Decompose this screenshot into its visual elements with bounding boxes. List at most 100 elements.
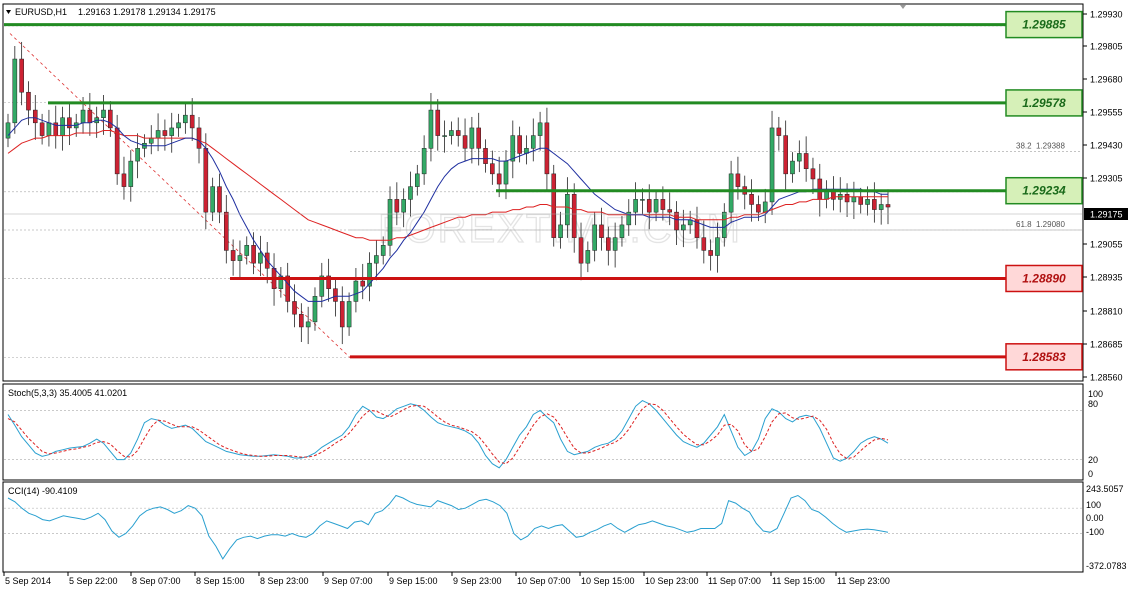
candle-body <box>60 117 65 136</box>
candle-body <box>305 321 311 328</box>
price-tick-label: 1.29805 <box>1090 42 1123 52</box>
cci-tick-label: 100 <box>1086 500 1101 510</box>
candle-body <box>762 201 768 213</box>
candle-body <box>469 127 475 149</box>
candle-body <box>223 211 229 251</box>
candle-body <box>101 109 106 118</box>
candle-body <box>633 199 638 213</box>
candle-body <box>783 135 788 175</box>
candle-body <box>108 109 113 129</box>
candle-body <box>885 204 891 208</box>
candle-body <box>790 160 795 175</box>
fib-price-label: 1.29388 <box>1036 141 1065 150</box>
candle-body <box>674 211 679 231</box>
stoch-tick-label: 20 <box>1088 455 1098 465</box>
candle-body <box>797 153 802 162</box>
candle-body <box>865 199 870 205</box>
candle-body <box>169 127 175 136</box>
candle-body <box>5 122 11 139</box>
candle-body <box>87 109 93 124</box>
candle-body <box>26 91 31 111</box>
stoch-tick-label: 100 <box>1088 389 1103 399</box>
candle-body <box>803 153 809 170</box>
time-tick-label: 11 Sep 07:00 <box>708 576 761 586</box>
price-tick-label: 1.28810 <box>1090 307 1123 317</box>
candle-body <box>251 245 256 264</box>
chart-canvas: FOREXTIME.COM 38.21.2938861.81.29080 1.2… <box>2 3 1128 586</box>
candle-body <box>387 199 393 246</box>
price-tick-label: 1.29555 <box>1090 108 1123 118</box>
price-tick-label: 1.28560 <box>1090 373 1123 383</box>
price-tick-label: 1.28685 <box>1090 340 1123 350</box>
resistance-label: 1.29234 <box>1022 184 1066 198</box>
stoch-tick-label: 80 <box>1088 399 1098 409</box>
candle-body <box>728 173 734 213</box>
candle-body <box>585 250 591 264</box>
time-tick-label: 10 Sep 07:00 <box>517 576 571 586</box>
candle-body <box>39 122 45 136</box>
candle-body <box>571 194 577 238</box>
price-tick-label: 1.29430 <box>1090 141 1123 151</box>
candle-body <box>776 127 782 136</box>
candle-body <box>449 130 454 136</box>
candle-body <box>578 237 584 264</box>
candle-body <box>455 130 461 136</box>
candle-body <box>374 255 379 264</box>
fib-ratio-label: 61.8 <box>1016 220 1032 229</box>
candle-body <box>735 173 741 187</box>
stoch-header: Stoch(5,3,3) 35.4005 41.0201 <box>8 388 127 398</box>
candle-body <box>32 109 38 124</box>
candle-body <box>121 173 127 187</box>
candle-body <box>19 58 24 93</box>
time-tick-label: 11 Sep 23:00 <box>837 576 890 586</box>
time-tick-label: 8 Sep 23:00 <box>260 576 309 586</box>
support-label: 1.28583 <box>1022 350 1066 364</box>
candle-body <box>606 237 611 251</box>
resistance-label: 1.29885 <box>1022 18 1066 32</box>
candle-body <box>339 301 345 328</box>
candle-body <box>189 114 195 129</box>
candle-body <box>196 127 202 149</box>
candle-body <box>292 301 297 315</box>
candle-body <box>46 122 52 136</box>
cci-tick-label: 0.00 <box>1086 513 1104 523</box>
candle-body <box>592 224 597 251</box>
candle-body <box>872 199 877 210</box>
candle-body <box>619 224 625 238</box>
chart-window: FOREXTIME.COM 38.21.2938861.81.29080 1.2… <box>0 0 1128 591</box>
candle-body <box>394 199 400 213</box>
candle-body <box>162 130 168 136</box>
current-price-label: 1.29175 <box>1090 210 1123 220</box>
candle-body <box>646 199 652 213</box>
candle-body <box>415 173 420 187</box>
candle-body <box>844 194 850 203</box>
candle-body <box>442 135 447 137</box>
candle-body <box>565 194 570 226</box>
candle-body <box>408 186 413 200</box>
candle-body <box>558 224 563 238</box>
support-label: 1.28890 <box>1022 271 1066 285</box>
candle-body <box>530 135 536 149</box>
candle-body <box>708 250 713 256</box>
cci-header: CCI(14) -90.4109 <box>8 486 78 496</box>
candle-body <box>660 199 666 210</box>
time-tick-label: 10 Sep 23:00 <box>645 576 699 586</box>
time-tick-label: 9 Sep 23:00 <box>453 576 502 586</box>
candle-body <box>858 196 864 205</box>
candle-body <box>537 122 543 136</box>
time-tick-label: 9 Sep 07:00 <box>324 576 373 586</box>
cci-panel <box>2 481 1084 573</box>
candle-body <box>435 109 441 136</box>
candle-body <box>203 148 209 213</box>
candle-body <box>135 148 140 162</box>
price-tick-label: 1.28935 <box>1090 273 1123 283</box>
symbol-label: EURUSD,H1 <box>15 7 67 17</box>
candle-body <box>148 137 154 144</box>
candle-body <box>551 173 557 238</box>
candle-body <box>237 255 243 261</box>
cci-tick-label: -372.0783 <box>1086 561 1127 571</box>
time-axis: 5 Sep 2014 5 Sep 22:00 8 Sep 07:00 8 Sep 15… <box>3 572 890 586</box>
candle-body <box>346 301 352 328</box>
time-tick-label: 5 Sep 2014 <box>5 576 51 586</box>
candle-body <box>244 245 250 256</box>
